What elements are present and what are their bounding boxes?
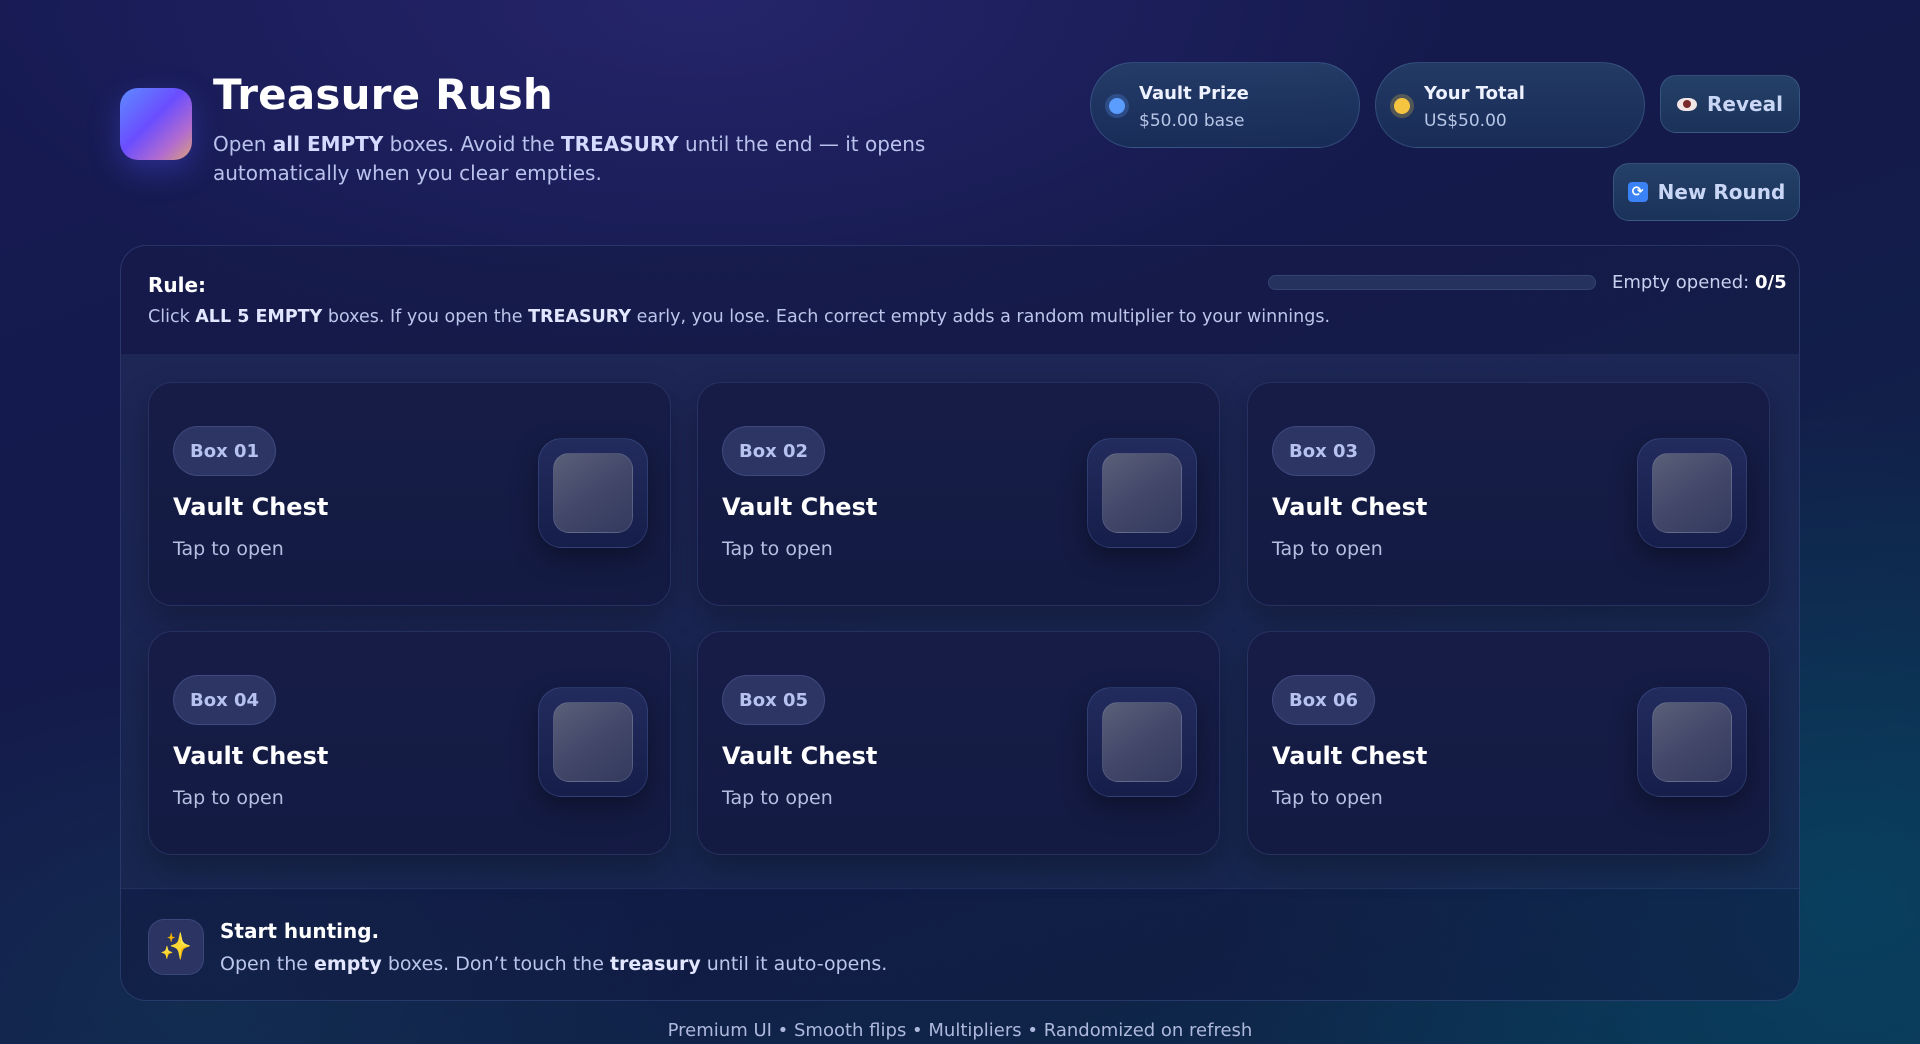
prize-dot-icon [1109,98,1125,114]
chest-icon [1087,438,1197,548]
reveal-button[interactable]: Reveal [1660,75,1800,133]
box-card-04[interactable]: Box 04 Vault Chest Tap to open [148,631,671,855]
chest-icon [538,438,648,548]
chest-lid [1652,702,1732,782]
box-tag: Box 03 [1272,426,1376,476]
box-tag: Box 05 [722,675,826,725]
rule-emphasis: ALL 5 EMPTY [195,307,323,327]
box-hint: Tap to open [1272,787,1383,809]
app-root: Treasure Rush Open all EMPTY boxes. Avoi… [120,0,1800,1044]
subtitle-emphasis: TREASURY [561,132,679,156]
chest-lid [553,453,633,533]
box-card-01[interactable]: Box 01 Vault Chest Tap to open [148,382,671,606]
box-tag: Box 06 [1272,675,1376,725]
rule-text-part: Click [148,307,196,327]
total-dot-icon [1394,98,1410,114]
progress-label: Empty opened: [1612,272,1755,293]
box-tag: Box 02 [722,426,826,476]
box-title: Vault Chest [173,493,329,521]
chest-lid [1102,702,1182,782]
rule-text: Click ALL 5 EMPTY boxes. If you open the… [148,307,1330,327]
status-title: Start hunting. [220,919,380,943]
status-section: ✨ Start hunting. Open the empty boxes. D… [121,888,1799,1000]
box-hint: Tap to open [722,787,833,809]
chest-lid [553,702,633,782]
vault-prize-value: $50.00 base [1139,111,1245,131]
box-tag: Box 01 [173,426,277,476]
your-total-value: US$50.00 [1424,111,1507,131]
chest-lid [1652,453,1732,533]
rule-text-part: boxes. If you open the [322,307,529,327]
page-title: Treasure Rush [213,70,554,119]
chest-icon [1637,438,1747,548]
chest-icon [1637,687,1747,797]
reveal-button-label: Reveal [1707,92,1783,116]
new-round-button[interactable]: ⟳ New Round [1613,163,1800,221]
eye-icon [1677,97,1698,111]
chest-lid [1102,453,1182,533]
box-hint: Tap to open [173,787,284,809]
vault-prize-label: Vault Prize [1139,83,1249,104]
chest-icon [1087,687,1197,797]
subtitle-emphasis: all EMPTY [272,132,384,156]
footer-credits: Premium UI • Smooth flips • Multipliers … [667,1020,1253,1041]
box-title: Vault Chest [722,493,878,521]
new-round-button-label: New Round [1657,180,1786,204]
empty-progress-bar [1268,275,1596,290]
box-card-06[interactable]: Box 06 Vault Chest Tap to open [1247,631,1770,855]
status-text-part: Open the [220,953,315,975]
status-text: Open the empty boxes. Don’t touch the tr… [220,953,887,975]
your-total-label: Your Total [1424,83,1525,104]
box-grid: Box 01 Vault Chest Tap to open Box 02 Vault … [121,354,1799,888]
progress-value: 0/5 [1754,272,1787,293]
page-subtitle: Open all EMPTY boxes. Avoid the TREASURY… [213,130,1033,188]
box-hint: Tap to open [1272,538,1383,560]
box-title: Vault Chest [1272,493,1428,521]
status-text-part: until it auto-opens. [700,953,888,975]
subtitle-text: boxes. Avoid the [383,132,562,156]
subtitle-text: Open [213,132,273,156]
game-panel: Rule: Click ALL 5 EMPTY boxes. If you op… [120,245,1800,1001]
status-emphasis: empty [314,953,382,975]
box-title: Vault Chest [1272,742,1428,770]
box-title: Vault Chest [173,742,329,770]
box-title: Vault Chest [722,742,878,770]
your-total-stat: Your Total US$50.00 [1375,62,1645,148]
app-logo [120,88,192,160]
rule-text-part: early, you lose. Each correct empty adds… [631,307,1331,327]
status-emphasis: treasury [609,953,701,975]
rule-section: Rule: Click ALL 5 EMPTY boxes. If you op… [121,246,1799,354]
box-card-05[interactable]: Box 05 Vault Chest Tap to open [697,631,1220,855]
header: Treasure Rush Open all EMPTY boxes. Avoi… [120,62,1800,232]
vault-prize-stat: Vault Prize $50.00 base [1090,62,1360,148]
empty-progress-text: Empty opened: 0/5 [1612,272,1787,293]
box-tag: Box 04 [173,675,277,725]
box-card-03[interactable]: Box 03 Vault Chest Tap to open [1247,382,1770,606]
refresh-icon: ⟳ [1627,182,1648,202]
sparkles-icon: ✨ [148,919,204,975]
chest-icon [538,687,648,797]
box-hint: Tap to open [173,538,284,560]
rule-title: Rule: [148,273,207,297]
status-text-part: boxes. Don’t touch the [381,953,610,975]
box-card-02[interactable]: Box 02 Vault Chest Tap to open [697,382,1220,606]
rule-emphasis: TREASURY [528,307,631,327]
box-hint: Tap to open [722,538,833,560]
